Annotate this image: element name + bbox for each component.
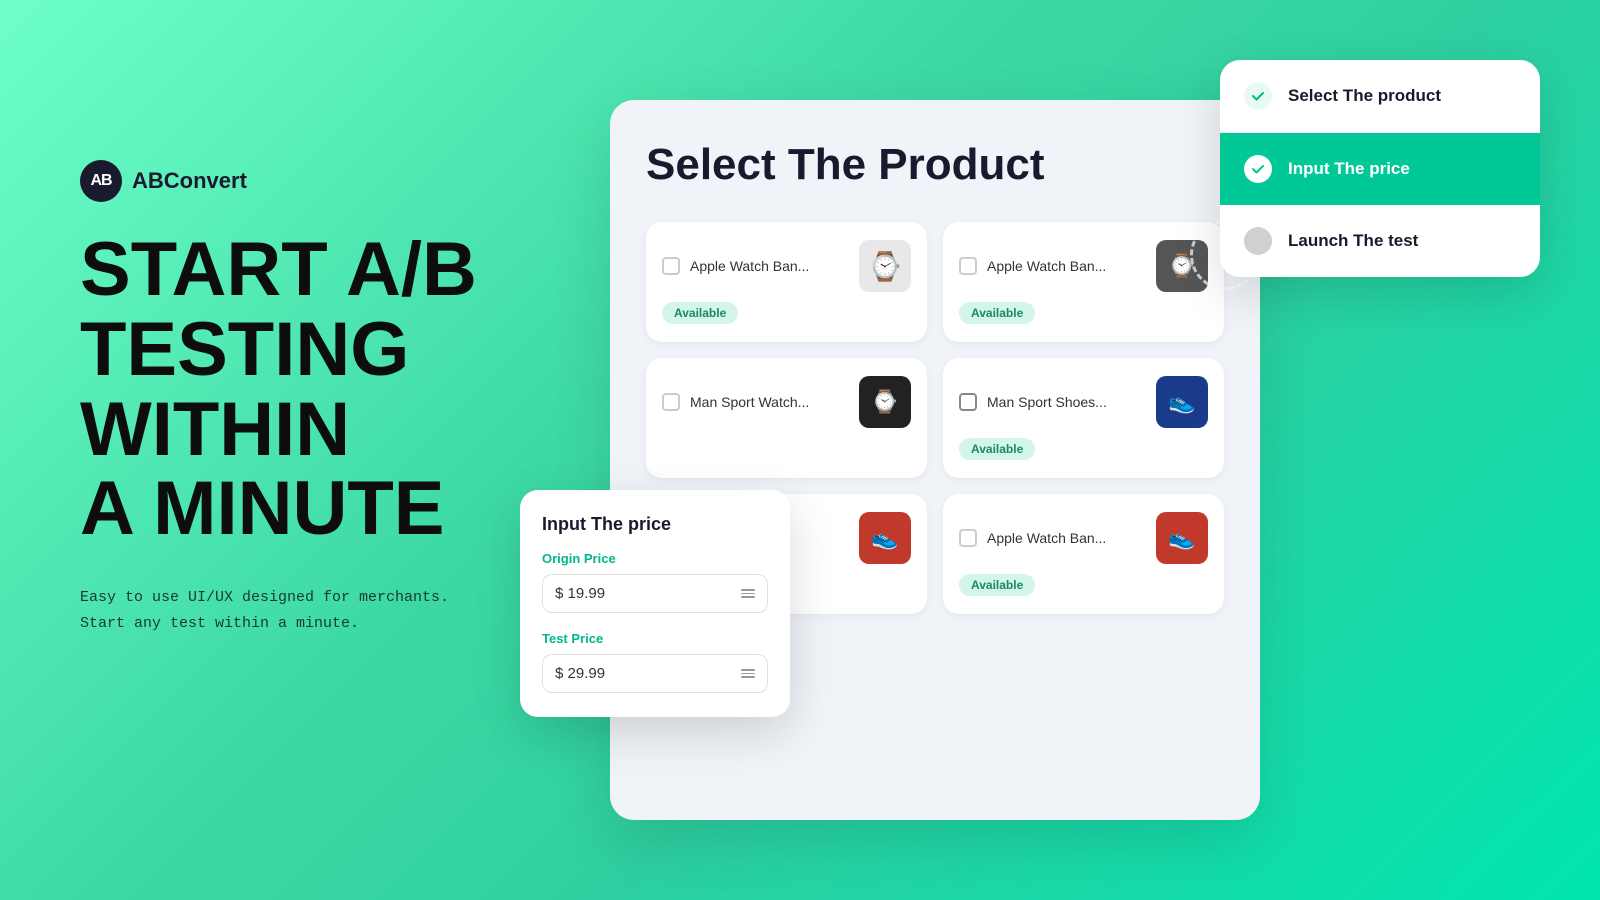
product-name: Man Sport Watch... bbox=[690, 393, 849, 411]
logo-row: AB ABConvert bbox=[80, 160, 520, 202]
product-checkbox[interactable] bbox=[662, 257, 680, 275]
step-check-active bbox=[1244, 155, 1272, 183]
product-card[interactable]: Man Sport Shoes... 👟 Available bbox=[943, 358, 1224, 478]
product-image: 👟 bbox=[859, 512, 911, 564]
step-label-launch-test: Launch The test bbox=[1288, 231, 1418, 251]
product-name: Apple Watch Ban... bbox=[690, 257, 849, 275]
step-item-select-product[interactable]: Select The product bbox=[1220, 60, 1540, 132]
test-price-stepper[interactable] bbox=[741, 669, 755, 678]
input-price-card: Input The price Origin Price $ 19.99 Tes… bbox=[520, 490, 790, 717]
brand-name: ABConvert bbox=[132, 168, 247, 194]
input-price-title: Input The price bbox=[542, 514, 768, 535]
test-price-input[interactable]: $ 29.99 bbox=[542, 654, 768, 693]
available-badge: Available bbox=[959, 302, 1035, 324]
origin-price-value: $ 19.99 bbox=[555, 585, 741, 602]
product-card[interactable]: Apple Watch Ban... ⌚ Available bbox=[646, 222, 927, 342]
product-card[interactable]: Man Sport Watch... ⌚ bbox=[646, 358, 927, 478]
step-label-select-product: Select The product bbox=[1288, 86, 1441, 106]
product-name: Apple Watch Ban... bbox=[987, 257, 1146, 275]
product-image: ⌚ bbox=[859, 376, 911, 428]
product-image: 👟 bbox=[1156, 376, 1208, 428]
subtitle: Easy to use UI/UX designed for merchants… bbox=[80, 585, 520, 636]
available-badge: Available bbox=[959, 574, 1035, 596]
product-name: Man Sport Shoes... bbox=[987, 393, 1146, 411]
headline: START A/B TESTING WITHIN A MINUTE bbox=[80, 230, 520, 549]
panel-title: Select The Product bbox=[646, 140, 1224, 190]
available-badge: Available bbox=[959, 438, 1035, 460]
product-image: 👟 bbox=[1156, 512, 1208, 564]
origin-price-stepper[interactable] bbox=[741, 589, 755, 598]
test-price-label: Test Price bbox=[542, 631, 768, 646]
product-name: Apple Watch Ban... bbox=[987, 529, 1146, 547]
step-check-pending bbox=[1244, 227, 1272, 255]
product-checkbox[interactable] bbox=[959, 393, 977, 411]
product-checkbox[interactable] bbox=[662, 393, 680, 411]
product-card[interactable]: Apple Watch Ban... ⌚ Available bbox=[943, 222, 1224, 342]
product-checkbox[interactable] bbox=[959, 529, 977, 547]
left-section: AB ABConvert START A/B TESTING WITHIN A … bbox=[80, 160, 520, 636]
brand-logo-icon: AB bbox=[80, 160, 122, 202]
origin-price-label: Origin Price bbox=[542, 551, 768, 566]
step-item-launch-test[interactable]: Launch The test bbox=[1220, 205, 1540, 277]
product-checkbox[interactable] bbox=[959, 257, 977, 275]
steps-panel: Select The product Input The price Launc… bbox=[1220, 60, 1540, 277]
step-check-done bbox=[1244, 82, 1272, 110]
product-image: ⌚ bbox=[859, 240, 911, 292]
test-price-value: $ 29.99 bbox=[555, 665, 741, 682]
origin-price-input[interactable]: $ 19.99 bbox=[542, 574, 768, 613]
available-badge: Available bbox=[662, 302, 738, 324]
step-label-input-price: Input The price bbox=[1288, 159, 1410, 179]
product-card[interactable]: Apple Watch Ban... 👟 Available bbox=[943, 494, 1224, 614]
step-item-input-price[interactable]: Input The price bbox=[1220, 132, 1540, 205]
